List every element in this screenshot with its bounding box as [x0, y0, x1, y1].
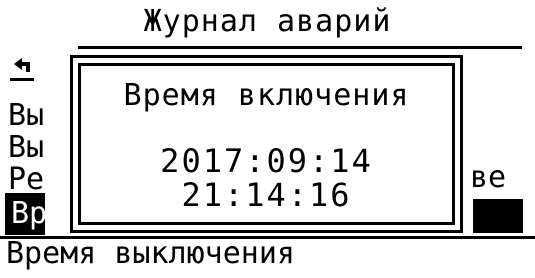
menu-item-4[interactable]: Вр	[11, 196, 47, 232]
dialog-date: 2017:09:14	[160, 142, 373, 180]
menu-item-3-tail: ве	[470, 160, 507, 195]
title-divider	[78, 46, 522, 49]
menu-item-1[interactable]: Вы	[8, 100, 44, 132]
power-on-time-dialog: Время включения 2017:09:14 21:14:16	[70, 55, 463, 233]
back-arrow-icon[interactable]	[8, 58, 38, 94]
menu-item-2[interactable]: Вы	[8, 132, 44, 164]
dialog-time: 21:14:16	[181, 176, 352, 214]
menu-item-3[interactable]: Ре	[8, 164, 44, 196]
screen-title: Журнал аварий	[143, 4, 392, 39]
dialog-title: Время включения	[123, 78, 410, 113]
selected-item-highlight-tail	[473, 199, 523, 233]
dialog-inner-frame: Время включения 2017:09:14 21:14:16	[78, 63, 455, 225]
menu-item-shutdown-time[interactable]: Время выключения	[6, 238, 295, 270]
lcd-screen: Журнал аварий Вы Вы Ре Вр ве Время выклю…	[0, 0, 535, 278]
